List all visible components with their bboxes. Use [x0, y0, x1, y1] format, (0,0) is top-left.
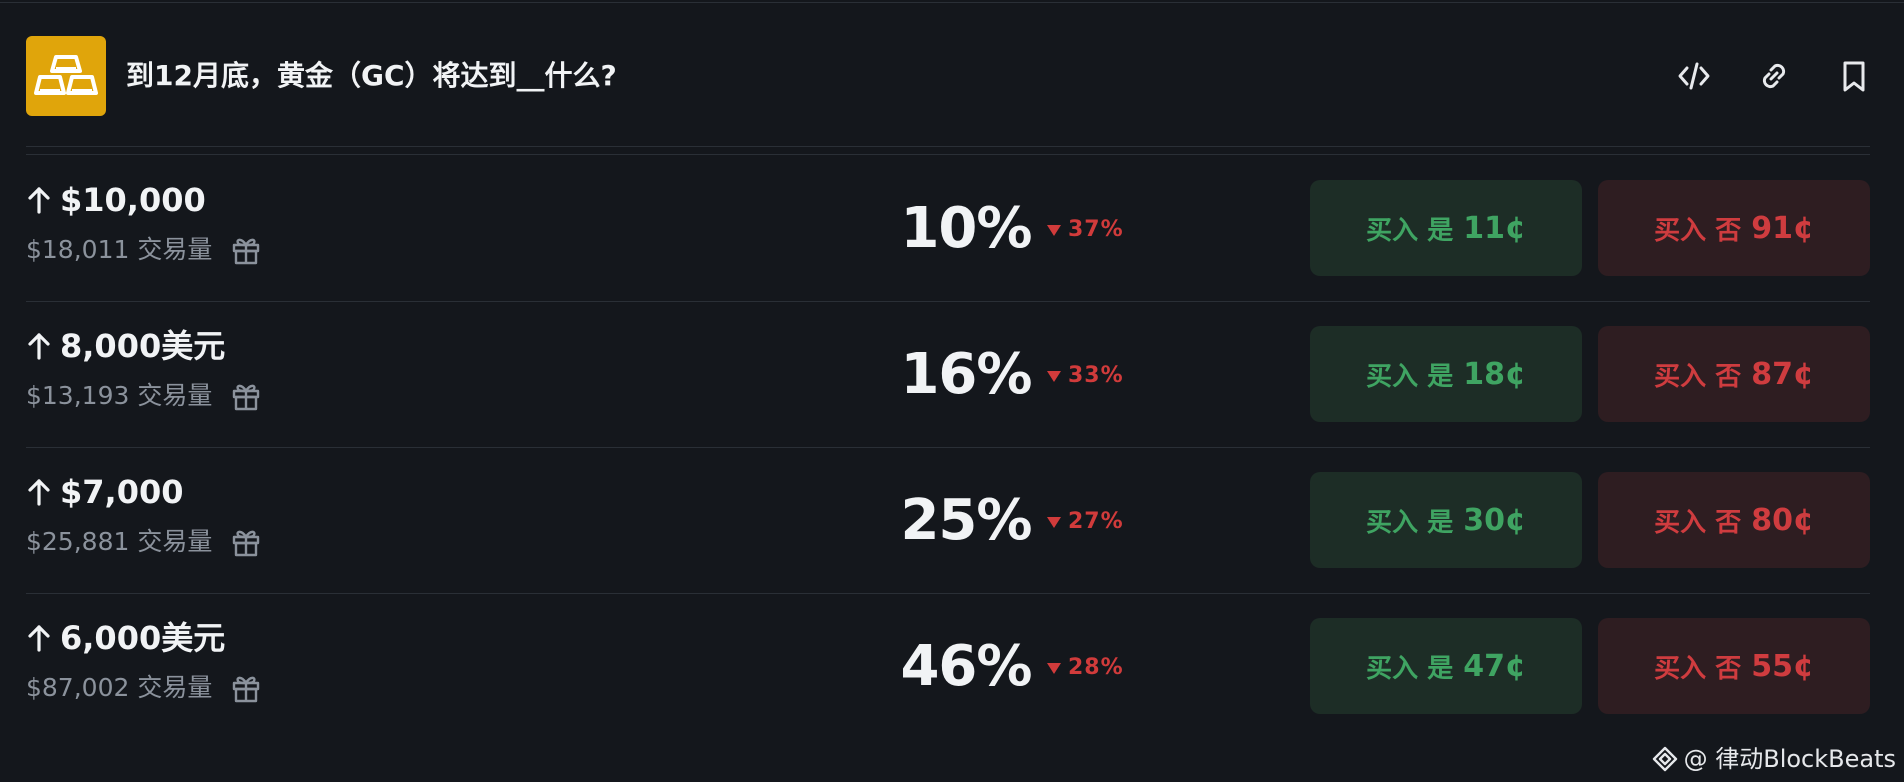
header-divider [26, 146, 1870, 147]
buy-yes-button[interactable]: 买入 是 30¢ [1310, 472, 1582, 568]
buy-no-price: 87¢ [1751, 356, 1814, 392]
outcome-volume: $18,011 交易量 [26, 235, 213, 264]
buy-yes-button[interactable]: 买入 是 18¢ [1310, 326, 1582, 422]
triangle-down-icon [1047, 663, 1061, 674]
buy-no-price: 91¢ [1751, 210, 1814, 246]
arrow-up-icon [28, 479, 50, 506]
buy-no-label: 买入 否 [1654, 507, 1742, 538]
outcome-change-wrap: 27% [1046, 502, 1124, 542]
triangle-down-icon [1047, 225, 1061, 236]
outcome-volume-wrap: $18,011 交易量 [26, 232, 262, 268]
outcome-volume: $13,193 交易量 [26, 381, 213, 410]
buy-yes-price: 18¢ [1463, 356, 1526, 392]
buy-no-button[interactable]: 买入 否 55¢ [1598, 618, 1870, 714]
buy-no-button[interactable]: 买入 否 91¢ [1598, 180, 1870, 276]
header-divider-2 [26, 154, 1870, 155]
buy-no-label: 买入 否 [1654, 653, 1742, 684]
blockbeats-logo-icon [1652, 746, 1677, 772]
outcome-change-wrap: 37% [1046, 210, 1124, 250]
outcome-list: $10,000 $18,011 交易量 10% 37% 买入 是 11¢ 买入 … [26, 156, 1870, 739]
watermark: @ 律动BlockBeats [1652, 742, 1896, 776]
outcome-label-wrap: $10,000 [26, 180, 206, 220]
outcome-change: 28% [1068, 655, 1124, 680]
buy-yes-button[interactable]: 买入 是 11¢ [1310, 180, 1582, 276]
outcome-volume-wrap: $87,002 交易量 [26, 670, 262, 706]
watermark-text: @ 律动BlockBeats [1683, 745, 1896, 773]
gift-icon[interactable] [230, 234, 262, 266]
bookmark-button[interactable] [1830, 52, 1878, 100]
outcome-label: 6,000美元 [60, 619, 226, 657]
outcome-volume: $25,881 交易量 [26, 527, 213, 556]
bookmark-icon [1843, 61, 1865, 92]
buy-no-label: 买入 否 [1654, 215, 1742, 246]
outcome-label: $7,000 [60, 473, 184, 511]
gold-bars-icon [26, 36, 106, 116]
buy-yes-label: 买入 是 [1366, 215, 1454, 246]
outcome-row: 6,000美元 $87,002 交易量 46% 28% 买入 是 47¢ 买入 … [26, 594, 1870, 739]
buy-no-button[interactable]: 买入 否 87¢ [1598, 326, 1870, 422]
copy-link-button[interactable] [1750, 52, 1798, 100]
embed-code-button[interactable] [1670, 52, 1718, 100]
arrow-up-icon [28, 625, 50, 652]
outcome-label-wrap: $7,000 [26, 472, 183, 512]
market-header: 到12月底，黄金（GC）将达到__什么? [26, 36, 1870, 116]
buy-yes-label: 买入 是 [1366, 507, 1454, 538]
arrow-up-icon [28, 187, 50, 214]
buy-no-price: 55¢ [1751, 648, 1814, 684]
buy-yes-price: 30¢ [1463, 502, 1526, 538]
outcome-change: 33% [1068, 363, 1124, 388]
buy-yes-button[interactable]: 买入 是 47¢ [1310, 618, 1582, 714]
outcome-row: $10,000 $18,011 交易量 10% 37% 买入 是 11¢ 买入 … [26, 156, 1870, 302]
outcome-volume-wrap: $25,881 交易量 [26, 524, 262, 560]
arrow-up-icon [28, 333, 50, 360]
buy-yes-label: 买入 是 [1366, 361, 1454, 392]
outcome-probability: 46% [900, 634, 1032, 699]
outcome-change: 27% [1068, 509, 1124, 534]
outcome-label-wrap: 6,000美元 [26, 618, 225, 658]
outcome-volume-wrap: $13,193 交易量 [26, 378, 262, 414]
outcome-probability: 25% [900, 488, 1032, 553]
link-icon [1762, 63, 1786, 89]
market-card: 到12月底，黄金（GC）将达到__什么? $10,000 $18,011 交易量… [0, 0, 1904, 782]
outcome-label: 8,000美元 [60, 327, 226, 365]
outcome-change: 37% [1068, 217, 1124, 242]
buy-yes-price: 11¢ [1463, 210, 1526, 246]
buy-no-button[interactable]: 买入 否 80¢ [1598, 472, 1870, 568]
gift-icon[interactable] [230, 380, 262, 412]
outcome-change-wrap: 28% [1046, 648, 1124, 688]
market-title: 到12月底，黄金（GC）将达到__什么? [126, 59, 617, 92]
outcome-label: $10,000 [60, 181, 206, 219]
outcome-row: $7,000 $25,881 交易量 25% 27% 买入 是 30¢ 买入 否… [26, 448, 1870, 594]
gift-icon[interactable] [230, 672, 262, 704]
gift-icon[interactable] [230, 526, 262, 558]
buy-no-label: 买入 否 [1654, 361, 1742, 392]
outcome-change-wrap: 33% [1046, 356, 1124, 396]
embed-code-icon [1678, 62, 1710, 90]
triangle-down-icon [1047, 371, 1061, 382]
buy-yes-label: 买入 是 [1366, 653, 1454, 684]
outcome-row: 8,000美元 $13,193 交易量 16% 33% 买入 是 18¢ 买入 … [26, 302, 1870, 448]
triangle-down-icon [1047, 517, 1061, 528]
outcome-probability: 10% [900, 196, 1032, 261]
outcome-probability: 16% [900, 342, 1032, 407]
outcome-volume: $87,002 交易量 [26, 673, 213, 702]
buy-yes-price: 47¢ [1463, 648, 1526, 684]
top-divider [0, 2, 1904, 3]
outcome-label-wrap: 8,000美元 [26, 326, 225, 366]
buy-no-price: 80¢ [1751, 502, 1814, 538]
